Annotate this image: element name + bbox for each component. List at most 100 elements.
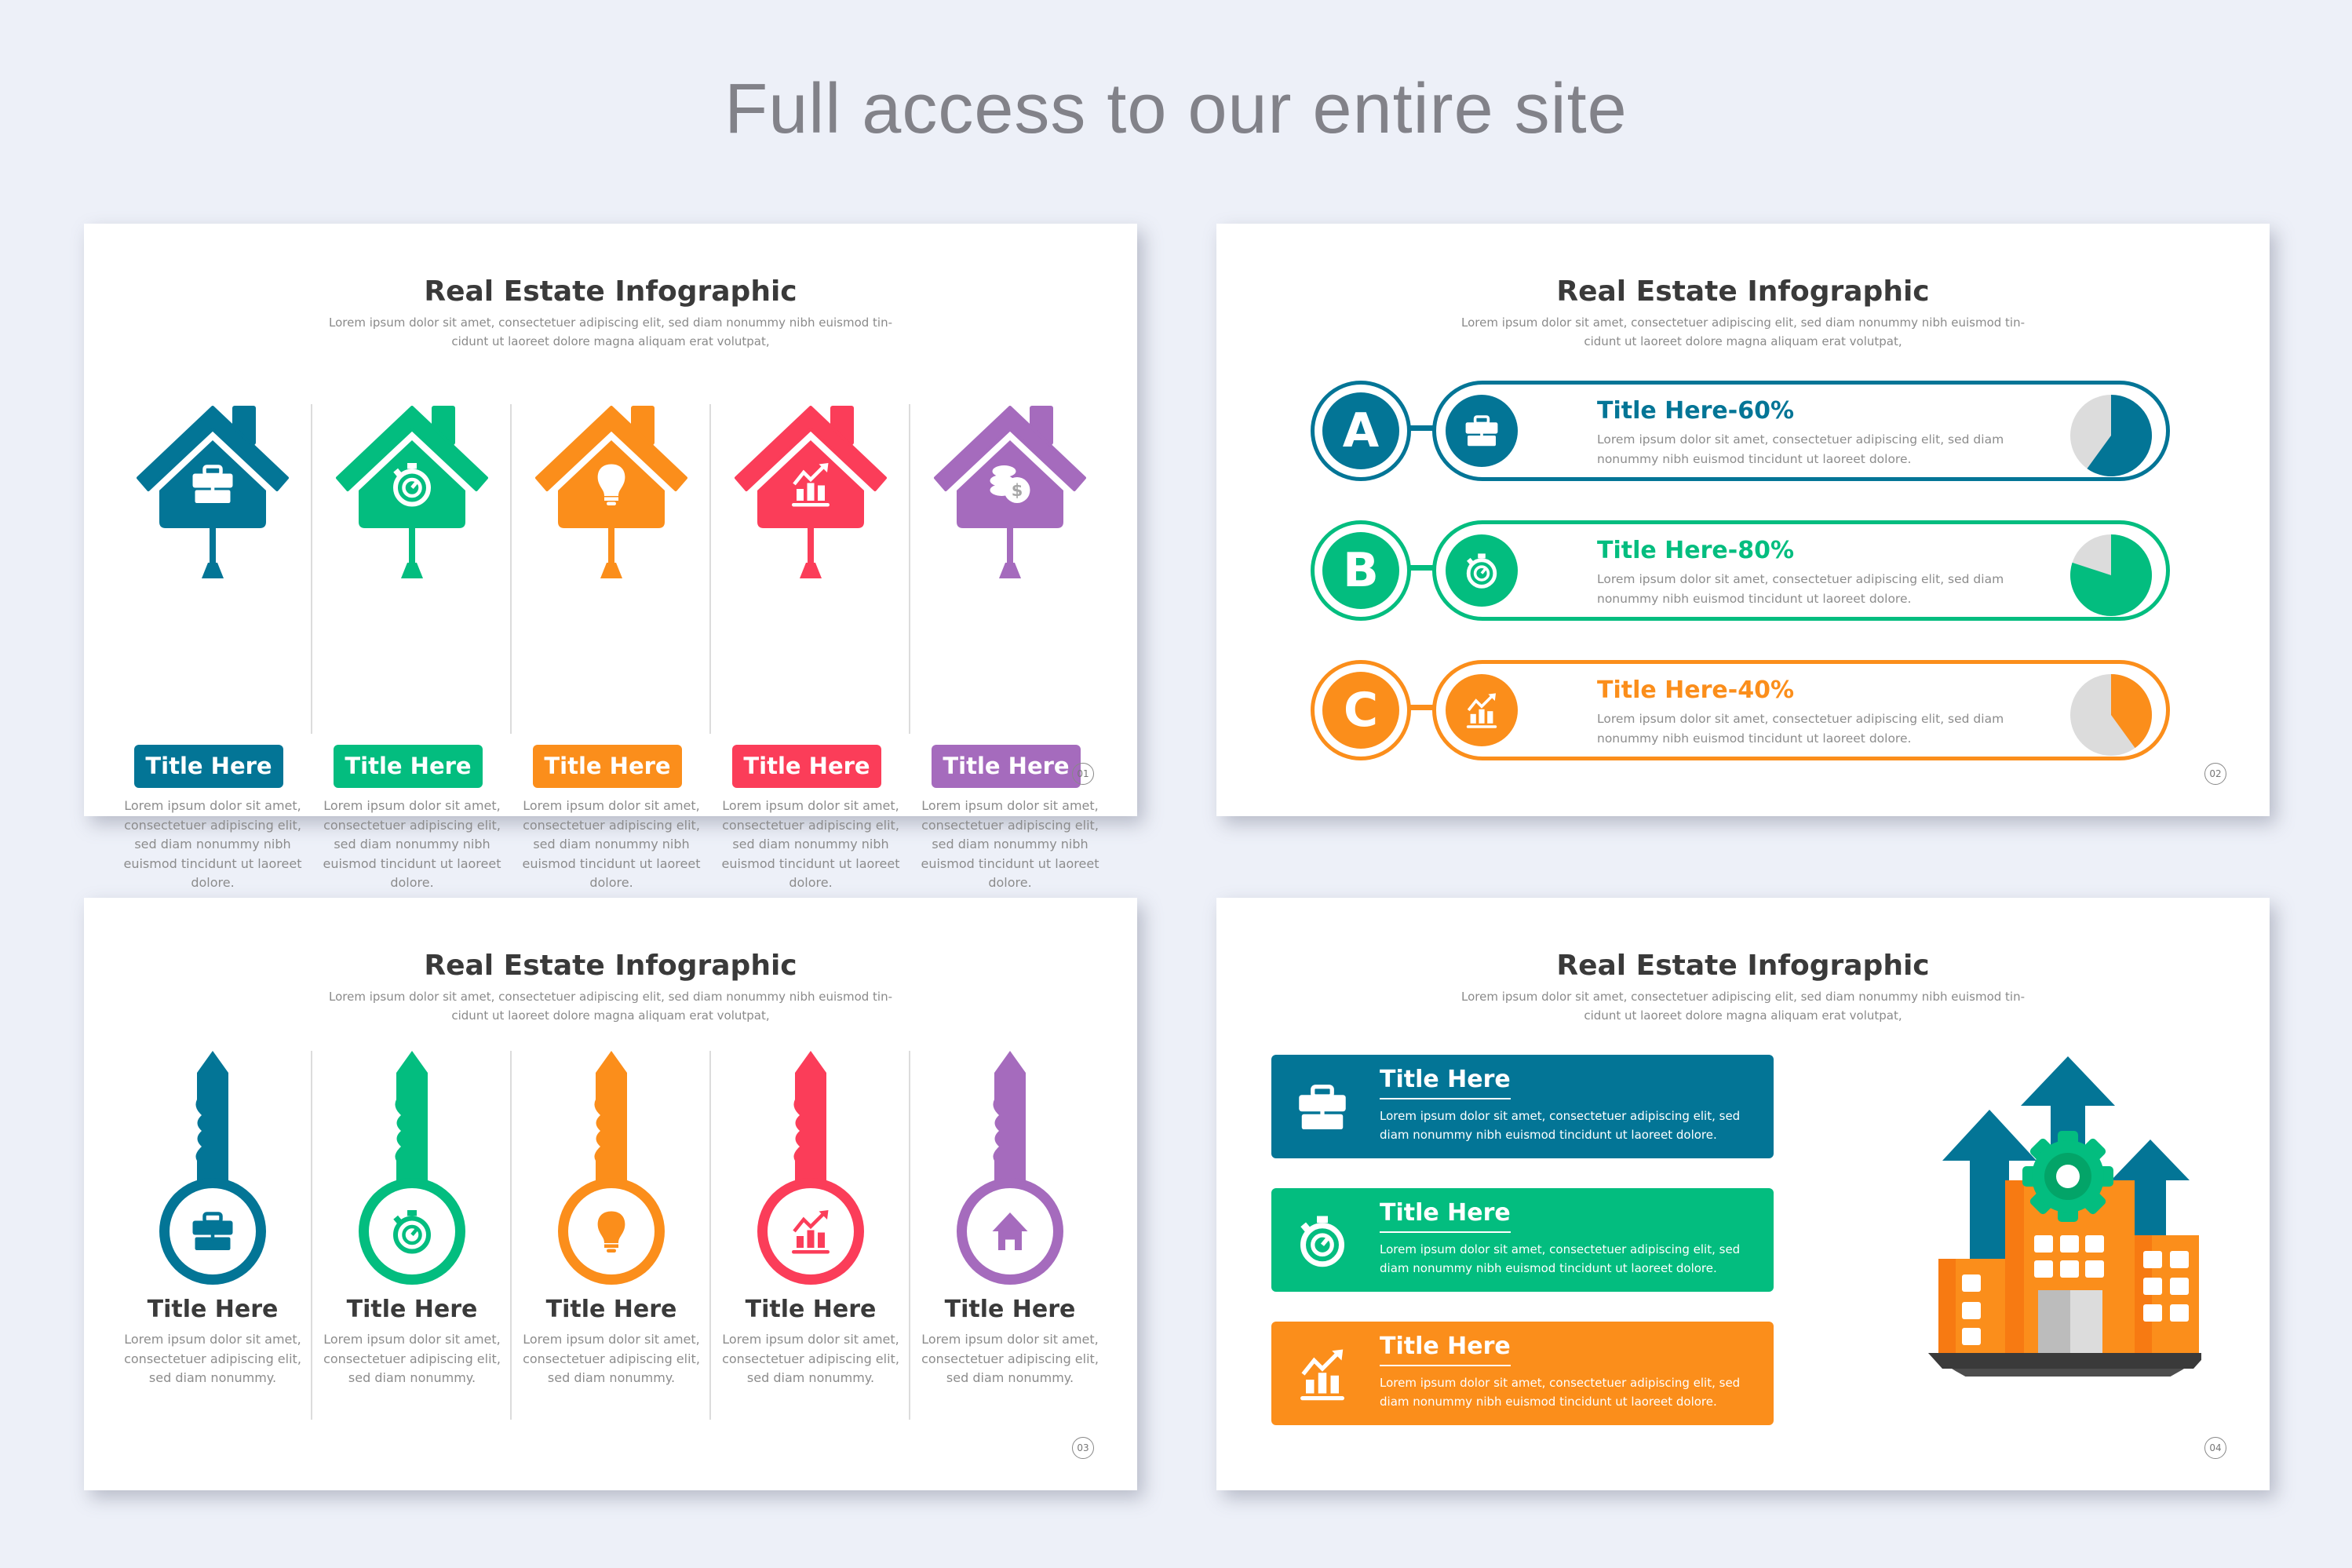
- item-title-tag: Title Here: [732, 745, 881, 788]
- slide-4[interactable]: Real Estate Infographic Lorem ipsum dolo…: [1216, 898, 2270, 1490]
- box-description: Lorem ipsum dolor sit amet, consectetuer…: [1380, 1376, 1741, 1409]
- house-sign-icon: $: [934, 406, 1086, 578]
- percentage-row[interactable]: B Title Here-80% Lorem ipsum dolor sit a…: [1311, 520, 2190, 621]
- key-column[interactable]: Title Here Lorem ipsum dolor sit amet, c…: [512, 1051, 711, 1385]
- feature-box[interactable]: Title Here Lorem ipsum dolor sit amet, c…: [1271, 1188, 1774, 1292]
- row-title: Title Here-60%: [1597, 397, 1795, 425]
- key-icon: [757, 1051, 864, 1285]
- box-description: Lorem ipsum dolor sit amet, consectetuer…: [1380, 1109, 1741, 1142]
- key-icon: [957, 1051, 1063, 1285]
- item-description: Lorem ipsum dolor sit amet, consectetuer…: [722, 1332, 899, 1385]
- briefcase-icon: [1465, 415, 1498, 447]
- key-column[interactable]: Title Here Lorem ipsum dolor sit amet, c…: [312, 1051, 512, 1385]
- info-pill: Title Here-40% Lorem ipsum dolor sit ame…: [1432, 660, 2170, 760]
- house-sign-icon: [137, 406, 289, 578]
- icon-circle: [1446, 534, 1518, 607]
- key-icon: [359, 1051, 465, 1285]
- info-pill: Title Here-80% Lorem ipsum dolor sit ame…: [1432, 520, 2170, 621]
- box-title: Title Here: [1380, 1066, 1511, 1099]
- item-title: Title Here: [944, 1296, 1076, 1323]
- row-title: Title Here-40%: [1597, 676, 1795, 704]
- item-description: Lorem ipsum dolor sit amet, consectetuer…: [123, 798, 302, 890]
- briefcase-icon: [1299, 1085, 1346, 1129]
- city-growth-gear-illustration: [1911, 1047, 2208, 1404]
- row-description: Lorem ipsum dolor sit amet, consectetuer…: [1597, 572, 2004, 606]
- page-number: 04: [2204, 1437, 2226, 1459]
- growth-chart-icon: [1300, 1349, 1344, 1401]
- key-column[interactable]: Title Here Lorem ipsum dolor sit amet, c…: [113, 1051, 312, 1385]
- pie-chart: [2070, 534, 2153, 616]
- key-column[interactable]: Title Here Lorem ipsum dolor sit amet, c…: [910, 1051, 1110, 1385]
- page-headline: Full access to our entire site: [724, 70, 1628, 148]
- icon-circle: [1446, 674, 1518, 746]
- house-column[interactable]: $ Title Here Lorem ipsum dolor sit amet,…: [910, 406, 1110, 890]
- slide-1[interactable]: Real Estate Infographic Lorem ipsum dolo…: [84, 224, 1137, 890]
- slide-title: Real Estate Infographic: [1556, 275, 1930, 308]
- item-title: Title Here: [346, 1296, 478, 1323]
- icon-circle: [1446, 395, 1518, 467]
- item-description: Lorem ipsum dolor sit amet, consectetuer…: [323, 1332, 501, 1385]
- pie-chart: [2070, 395, 2153, 476]
- page-number: 03: [1072, 1437, 1094, 1459]
- key-icon: [558, 1051, 665, 1285]
- percentage-row[interactable]: A Title Here-60% Lorem ipsum dolor sit a…: [1311, 381, 2190, 481]
- slide-3[interactable]: Real Estate Infographic Lorem ipsum dolo…: [84, 898, 1137, 1490]
- stopwatch-icon: [1300, 1216, 1344, 1267]
- item-title-tag: Title Here: [533, 745, 682, 788]
- house-sign-icon: [336, 406, 488, 578]
- growth-chart-icon: [1466, 693, 1497, 728]
- item-title: Title Here: [147, 1296, 279, 1323]
- item-title-tag: Title Here: [134, 745, 283, 788]
- slide-subtitle: Lorem ipsum dolor sit amet, consectetuer…: [328, 990, 893, 1023]
- house-column[interactable]: Title Here Lorem ipsum dolor sit amet, c…: [312, 406, 512, 890]
- slide-subtitle: Lorem ipsum dolor sit amet, consectetuer…: [328, 315, 893, 348]
- page-number: 02: [2204, 763, 2226, 785]
- letter-label: A: [1322, 392, 1399, 469]
- item-description: Lorem ipsum dolor sit amet, consectetuer…: [921, 798, 1099, 890]
- house-sign-icon: [735, 406, 887, 578]
- letter-label: C: [1322, 672, 1399, 749]
- row-description: Lorem ipsum dolor sit amet, consectetuer…: [1597, 432, 2004, 466]
- feature-box[interactable]: Title Here Lorem ipsum dolor sit amet, c…: [1271, 1055, 1774, 1158]
- item-description: Lorem ipsum dolor sit amet, consectetuer…: [523, 1332, 700, 1385]
- letter-badge: C: [1311, 660, 1411, 760]
- key-column[interactable]: Title Here Lorem ipsum dolor sit amet, c…: [711, 1051, 910, 1385]
- info-pill: Title Here-60% Lorem ipsum dolor sit ame…: [1432, 381, 2170, 481]
- house-column[interactable]: Title Here Lorem ipsum dolor sit amet, c…: [512, 406, 711, 890]
- letter-label: B: [1322, 532, 1399, 609]
- pie-chart: [2070, 674, 2152, 756]
- item-description: Lorem ipsum dolor sit amet, consectetuer…: [522, 798, 701, 890]
- box-title: Title Here: [1380, 1333, 1511, 1366]
- connector-line: [1409, 705, 1433, 710]
- stopwatch-icon: [1466, 553, 1497, 589]
- item-title: Title Here: [545, 1296, 677, 1323]
- item-description: Lorem ipsum dolor sit amet, consectetuer…: [921, 1332, 1099, 1385]
- percentage-row[interactable]: C Title Here-40% Lorem ipsum dolor sit a…: [1311, 660, 2190, 760]
- slide-subtitle: Lorem ipsum dolor sit amet, consectetuer…: [1460, 315, 2026, 348]
- item-description: Lorem ipsum dolor sit amet, consectetuer…: [721, 798, 900, 890]
- connector-line: [1409, 425, 1433, 431]
- feature-box[interactable]: Title Here Lorem ipsum dolor sit amet, c…: [1271, 1322, 1774, 1425]
- connector-line: [1409, 565, 1433, 571]
- item-description: Lorem ipsum dolor sit amet, consectetuer…: [323, 798, 501, 890]
- item-description: Lorem ipsum dolor sit amet, consectetuer…: [124, 1332, 301, 1385]
- row-description: Lorem ipsum dolor sit amet, consectetuer…: [1597, 712, 2004, 746]
- item-title-tag: Title Here: [932, 745, 1081, 788]
- svg-text:$: $: [1012, 481, 1023, 500]
- letter-badge: B: [1311, 520, 1411, 621]
- page-number: 01: [1072, 763, 1094, 785]
- slide-title: Real Estate Infographic: [1556, 950, 1930, 982]
- box-title: Title Here: [1380, 1199, 1511, 1233]
- key-icon: [159, 1051, 266, 1285]
- box-description: Lorem ipsum dolor sit amet, consectetuer…: [1380, 1242, 1741, 1275]
- slide-2[interactable]: Real Estate Infographic Lorem ipsum dolo…: [1216, 224, 2270, 816]
- letter-badge: A: [1311, 381, 1411, 481]
- house-column[interactable]: Title Here Lorem ipsum dolor sit amet, c…: [113, 406, 312, 890]
- house-column[interactable]: Title Here Lorem ipsum dolor sit amet, c…: [711, 406, 910, 890]
- slide-subtitle: Lorem ipsum dolor sit amet, consectetuer…: [1460, 990, 2026, 1023]
- gear-icon: [2022, 1131, 2113, 1222]
- slide-title: Real Estate Infographic: [424, 275, 797, 308]
- item-title-tag: Title Here: [334, 745, 483, 788]
- house-sign-icon: [535, 406, 687, 578]
- row-title: Title Here-80%: [1597, 537, 1795, 564]
